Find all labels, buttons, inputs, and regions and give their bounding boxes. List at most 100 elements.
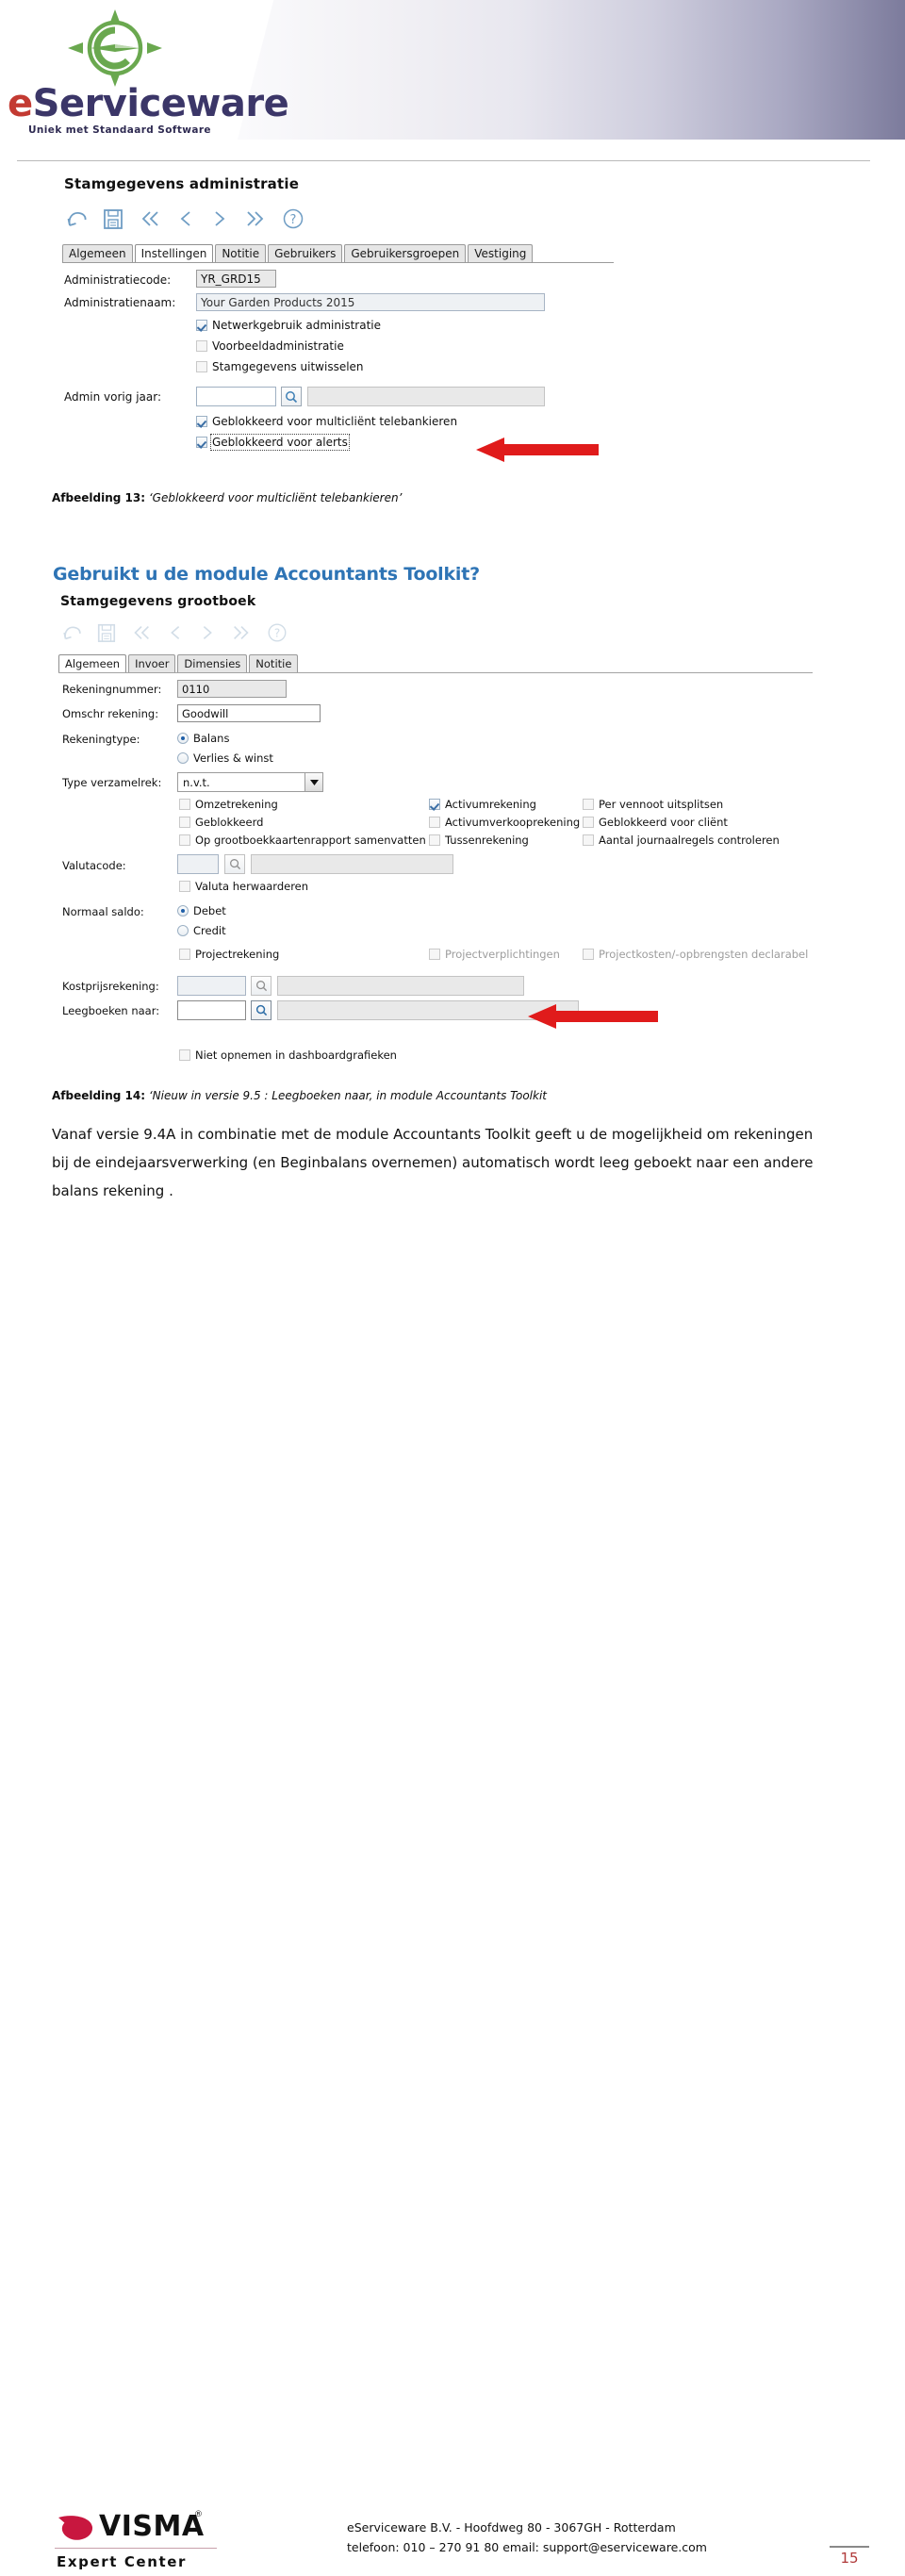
valutacode-name-input[interactable] [251, 854, 453, 874]
tab-algemeen[interactable]: Algemeen [62, 244, 133, 262]
radio-verlies-winst[interactable]: Verlies & winst [177, 751, 273, 765]
leegboeken-naar-lookup-button[interactable] [251, 1000, 272, 1020]
checkbox-grootboekkaartenrapport-label: Op grootboekkaartenrapport samenvatten [195, 834, 426, 847]
checkbox-valuta-herwaarderen-box[interactable] [179, 881, 190, 892]
checkbox-projectverplichtingen-box [429, 949, 440, 960]
checkbox-voorbeeldadministratie-box[interactable] [196, 340, 207, 352]
rekeningnummer-label: Rekeningnummer: [62, 683, 162, 696]
help-icon[interactable]: ? [281, 206, 305, 236]
help-icon[interactable]: ? [266, 621, 288, 649]
first-record-icon[interactable] [138, 206, 162, 236]
radio-balans[interactable]: Balans [177, 732, 229, 745]
checkbox-stamgegevens-uitwisselen-box[interactable] [196, 361, 207, 372]
fig13-tab-baseline [62, 262, 614, 263]
rekeningnummer-input[interactable]: 0110 [177, 680, 287, 698]
tab-notitie[interactable]: Notitie [215, 244, 267, 262]
radio-credit-control[interactable] [177, 925, 189, 936]
checkbox-geblokkeerd-multiclient-box[interactable] [196, 416, 207, 427]
checkbox-omzetrekening-box[interactable] [179, 799, 190, 810]
administratiecode-input[interactable]: YR_GRD15 [196, 270, 276, 288]
checkbox-geblokkeerd-box[interactable] [179, 817, 190, 828]
checkbox-activumrekening[interactable]: Activumrekening [429, 798, 536, 811]
checkbox-netwerkgebruik[interactable]: Netwerkgebruik administratie [196, 319, 381, 332]
logo-wordmark: eServiceware [8, 85, 289, 123]
previous-record-icon[interactable] [175, 206, 196, 236]
tab-instellingen[interactable]: Instellingen [134, 244, 214, 262]
previous-record-icon[interactable] [166, 621, 185, 649]
tab-dimensies[interactable]: Dimensies [177, 654, 248, 672]
radio-debet[interactable]: Debet [177, 904, 226, 917]
checkbox-valuta-herwaarderen[interactable]: Valuta herwaarderen [179, 880, 308, 893]
checkbox-geblokkeerd-voor-client-box[interactable] [583, 817, 594, 828]
type-verzamelrek-select[interactable]: n.v.t. [177, 772, 323, 792]
checkbox-geblokkeerd-multiclient[interactable]: Geblokkeerd voor multicliënt telebankier… [196, 415, 457, 428]
tab-vestiging[interactable]: Vestiging [468, 244, 534, 262]
fig14-tabstrip[interactable]: Algemeen Invoer Dimensies Notitie [58, 652, 300, 672]
checkbox-grootboekkaartenrapport-box[interactable] [179, 834, 190, 846]
fig14-toolbar[interactable]: ? [60, 619, 288, 651]
radio-credit[interactable]: Credit [177, 924, 226, 937]
figure-14-caption: Afbeelding 14: ‘Nieuw in versie 9.5 : Le… [52, 1089, 547, 1102]
checkbox-aantal-journaalregels-box[interactable] [583, 834, 594, 846]
tab-gebruikers[interactable]: Gebruikers [268, 244, 343, 262]
radio-debet-control[interactable] [177, 905, 189, 916]
omschr-rekening-input[interactable]: Goodwill [177, 704, 321, 722]
fig13-toolbar[interactable]: ? [64, 204, 305, 238]
admin-vorig-jaar-code-input[interactable] [196, 387, 276, 406]
header-divider [17, 160, 870, 161]
tab-gebruikersgroepen[interactable]: Gebruikersgroepen [344, 244, 467, 262]
leegboeken-naar-code-input[interactable] [177, 1000, 246, 1020]
checkbox-tussenrekening[interactable]: Tussenrekening [429, 834, 529, 847]
undo-icon[interactable] [60, 621, 83, 649]
admin-vorig-jaar-lookup-button[interactable] [281, 387, 302, 406]
fig14-window-title: Stamgegevens grootboek [60, 594, 256, 609]
fig13-tabstrip[interactable]: Algemeen Instellingen Notitie Gebruikers… [62, 241, 535, 262]
checkbox-geblokkeerd-alerts-box[interactable] [196, 437, 207, 448]
valutacode-lookup-button[interactable] [224, 854, 245, 874]
radio-balans-control[interactable] [177, 733, 189, 744]
admin-vorig-jaar-name-input[interactable] [307, 387, 545, 406]
kostprijsrekening-name-input[interactable] [277, 976, 524, 996]
checkbox-per-vennoot-uitsplitsen[interactable]: Per vennoot uitsplitsen [583, 798, 723, 811]
chevron-down-icon[interactable] [304, 773, 322, 791]
last-record-icon[interactable] [230, 621, 253, 649]
checkbox-grootboekkaartenrapport[interactable]: Op grootboekkaartenrapport samenvatten [179, 834, 426, 847]
footer-address-line: eServiceware B.V. - Hoofdweg 80 - 3067GH… [347, 2520, 676, 2535]
next-record-icon[interactable] [209, 206, 230, 236]
checkbox-niet-opnemen-dashboard-box[interactable] [179, 1049, 190, 1061]
checkbox-per-vennoot-uitsplitsen-box[interactable] [583, 799, 594, 810]
checkbox-geblokkeerd-alerts[interactable]: Geblokkeerd voor alerts [196, 434, 350, 451]
first-record-icon[interactable] [130, 621, 153, 649]
checkbox-activumverkooprekening[interactable]: Activumverkooprekening [429, 816, 580, 829]
save-icon[interactable] [96, 621, 117, 649]
valutacode-code-input[interactable] [177, 854, 219, 874]
checkbox-voorbeeldadministratie[interactable]: Voorbeeldadministratie [196, 339, 344, 353]
checkbox-aantal-journaalregels[interactable]: Aantal journaalregels controleren [583, 834, 780, 847]
radio-verlies-winst-control[interactable] [177, 752, 189, 764]
save-icon[interactable] [102, 206, 124, 236]
checkbox-netwerkgebruik-box[interactable] [196, 320, 207, 331]
tab-invoer[interactable]: Invoer [128, 654, 176, 672]
checkbox-activumrekening-box[interactable] [429, 799, 440, 810]
checkbox-projectrekening[interactable]: Projectrekening [179, 948, 279, 961]
checkbox-geblokkeerd[interactable]: Geblokkeerd [179, 816, 263, 829]
checkbox-valuta-herwaarderen-label: Valuta herwaarderen [195, 880, 309, 893]
kostprijsrekening-lookup-button[interactable] [251, 976, 272, 996]
tab-notitie[interactable]: Notitie [249, 654, 299, 672]
checkbox-geblokkeerd-voor-client[interactable]: Geblokkeerd voor cliënt [583, 816, 728, 829]
checkbox-tussenrekening-box[interactable] [429, 834, 440, 846]
last-record-icon[interactable] [243, 206, 268, 236]
next-record-icon[interactable] [198, 621, 217, 649]
administratienaam-input[interactable]: Your Garden Products 2015 [196, 293, 545, 311]
checkbox-stamgegevens-uitwisselen[interactable]: Stamgegevens uitwisselen [196, 360, 364, 373]
eserviceware-logo: eServiceware Uniek met Standaard Softwar… [8, 4, 289, 143]
valutacode-label: Valutacode: [62, 859, 126, 872]
checkbox-niet-opnemen-dashboard[interactable]: Niet opnemen in dashboardgrafieken [179, 1049, 397, 1062]
checkbox-omzetrekening[interactable]: Omzetrekening [179, 798, 278, 811]
kostprijsrekening-code-input[interactable] [177, 976, 246, 996]
checkbox-activumverkooprekening-box[interactable] [429, 817, 440, 828]
checkbox-projectrekening-box[interactable] [179, 949, 190, 960]
undo-icon[interactable] [64, 206, 89, 236]
checkbox-geblokkeerd-multiclient-label: Geblokkeerd voor multicliënt telebankier… [212, 415, 458, 428]
tab-algemeen[interactable]: Algemeen [58, 654, 127, 672]
